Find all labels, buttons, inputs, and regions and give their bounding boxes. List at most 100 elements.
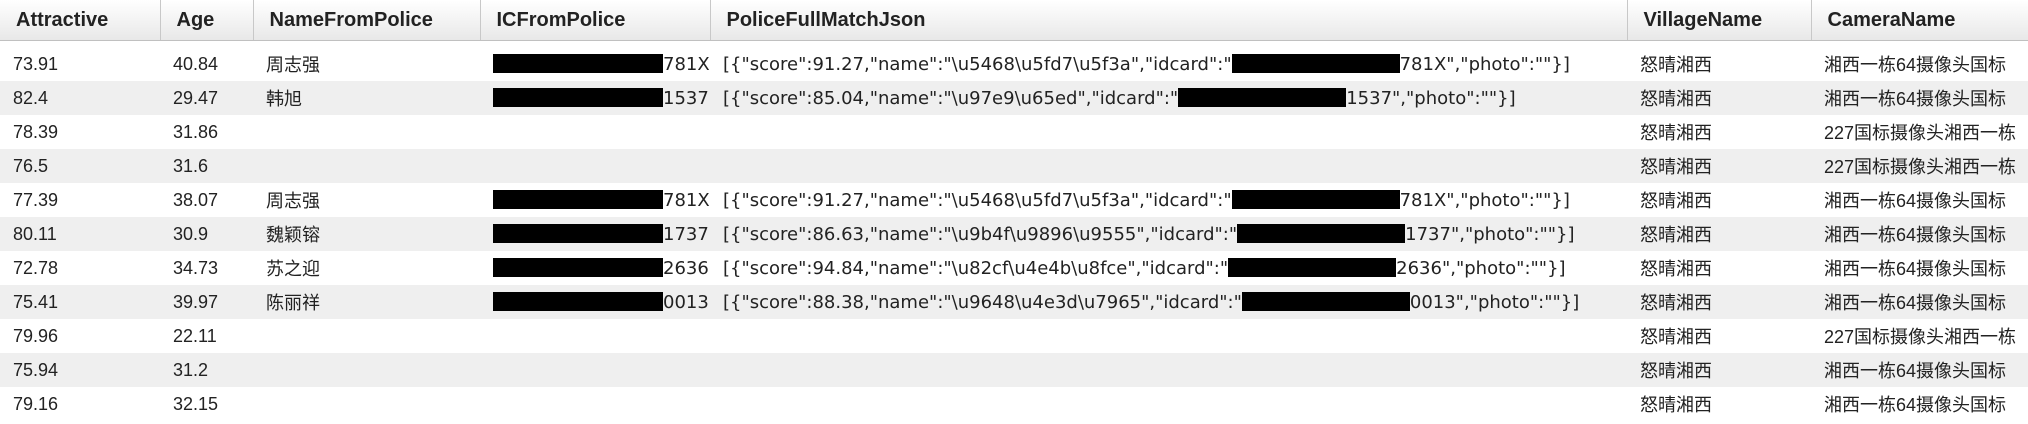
table-row[interactable]: 80.11 30.9 魏颖镕 1737 [{"score":86.63,"name":"…: [0, 217, 2028, 251]
cell-ic-from-police: 0013: [480, 285, 710, 319]
cell-age: 31.86: [160, 115, 253, 149]
column-header-camera-name[interactable]: CameraName: [1811, 0, 2028, 41]
cell-village-name: 怒晴湘西: [1627, 115, 1811, 149]
cell-name-from-police: [253, 149, 480, 183]
cell-attractive: 76.5: [0, 149, 160, 183]
cell-police-full-match-json: [{"score":85.04,"name":"\u97e9\u65ed","i…: [710, 81, 1627, 115]
cell-police-full-match-json: [710, 387, 1627, 421]
cell-village-name: 怒晴湘西: [1627, 387, 1811, 421]
cell-attractive: 79.16: [0, 387, 160, 421]
cell-age: 31.6: [160, 149, 253, 183]
cell-attractive: 75.94: [0, 353, 160, 387]
table-row[interactable]: 73.91 40.84 周志强 781X [{"score":91.27,"name":…: [0, 47, 2028, 81]
redacted-block: [1241, 291, 1410, 311]
json-text-suffix: 0013","photo":""}]: [1409, 291, 1580, 313]
cell-age: 31.2: [160, 353, 253, 387]
cell-camera-name: 湘西一栋64摄像头国标: [1811, 47, 2028, 81]
cell-age: 40.84: [160, 47, 253, 81]
redacted-block: [1228, 257, 1397, 277]
column-header-police-full-match-json[interactable]: PoliceFullMatchJson: [710, 0, 1628, 41]
cell-attractive: 77.39: [0, 183, 160, 217]
cell-camera-name: 湘西一栋64摄像头国标: [1811, 353, 2028, 387]
json-text-prefix: [{"score":91.27,"name":"\u5468\u5fd7\u5f…: [723, 53, 1232, 75]
redacted-block: [493, 291, 663, 311]
cell-police-full-match-json: [710, 115, 1627, 149]
column-header-attractive[interactable]: Attractive: [0, 0, 161, 41]
cell-age: 32.15: [160, 387, 253, 421]
redacted-block: [1231, 53, 1400, 73]
cell-name-from-police: [253, 115, 480, 149]
ic-suffix: 781X: [663, 189, 710, 211]
json-text-prefix: [{"score":94.84,"name":"\u82cf\u4e4b\u8f…: [723, 257, 1229, 279]
cell-police-full-match-json: [710, 149, 1627, 183]
cell-village-name: 怒晴湘西: [1627, 149, 1811, 183]
cell-camera-name: 227国标摄像头湘西一栋: [1811, 149, 2028, 183]
json-text-suffix: 781X","photo":""}]: [1399, 189, 1570, 211]
header-row: Attractive Age NameFromPolice ICFromPoli…: [0, 0, 2028, 41]
cell-name-from-police: [253, 319, 480, 353]
redacted-block: [493, 189, 663, 209]
cell-village-name: 怒晴湘西: [1627, 81, 1811, 115]
json-text-prefix: [{"score":91.27,"name":"\u5468\u5fd7\u5f…: [723, 189, 1232, 211]
table-row[interactable]: 77.39 38.07 周志强 781X [{"score":91.27,"name":…: [0, 183, 2028, 217]
cell-age: 22.11: [160, 319, 253, 353]
table-row[interactable]: 79.16 32.15 怒晴湘西 湘西一栋64摄像头国标: [0, 387, 2028, 421]
cell-ic-from-police: 781X: [480, 47, 710, 81]
redacted-block: [1231, 189, 1400, 209]
cell-ic-from-police: 1737: [480, 217, 710, 251]
cell-police-full-match-json: [710, 319, 1627, 353]
redacted-block: [493, 223, 663, 243]
cell-ic-from-police: [480, 387, 710, 421]
column-header-village-name[interactable]: VillageName: [1627, 0, 1812, 41]
column-header-name-from-police[interactable]: NameFromPolice: [253, 0, 481, 41]
table-row[interactable]: 79.96 22.11 怒晴湘西 227国标摄像头湘西一栋: [0, 319, 2028, 353]
cell-village-name: 怒晴湘西: [1627, 353, 1811, 387]
redacted-block: [493, 53, 663, 73]
cell-village-name: 怒晴湘西: [1627, 319, 1811, 353]
cell-attractive: 73.91: [0, 47, 160, 81]
cell-age: 34.73: [160, 251, 253, 285]
table-row[interactable]: 82.4 29.47 韩旭 1537 [{"score":85.04,"name":"\…: [0, 81, 2028, 115]
cell-name-from-police: 韩旭: [253, 81, 480, 115]
cell-camera-name: 湘西一栋64摄像头国标: [1811, 285, 2028, 319]
cell-name-from-police: 陈丽祥: [253, 285, 480, 319]
redacted-block: [493, 87, 663, 107]
table-row[interactable]: 72.78 34.73 苏之迎 2636 [{"score":94.84,"name":…: [0, 251, 2028, 285]
ic-suffix: 1537: [663, 87, 709, 109]
cell-attractive: 82.4: [0, 81, 160, 115]
column-header-age[interactable]: Age: [160, 0, 254, 41]
cell-village-name: 怒晴湘西: [1627, 251, 1811, 285]
redacted-block: [1178, 87, 1347, 107]
column-header-ic-from-police[interactable]: ICFromPolice: [480, 0, 711, 41]
cell-police-full-match-json: [{"score":88.38,"name":"\u9648\u4e3d\u79…: [710, 285, 1627, 319]
cell-camera-name: 湘西一栋64摄像头国标: [1811, 183, 2028, 217]
json-text-prefix: [{"score":85.04,"name":"\u97e9\u65ed","i…: [723, 87, 1179, 109]
cell-village-name: 怒晴湘西: [1627, 217, 1811, 251]
cell-camera-name: 湘西一栋64摄像头国标: [1811, 81, 2028, 115]
json-text-suffix: 1537","photo":""}]: [1346, 87, 1516, 109]
cell-name-from-police: [253, 387, 480, 421]
cell-ic-from-police: [480, 115, 710, 149]
cell-attractive: 72.78: [0, 251, 160, 285]
ic-suffix: 2636: [663, 257, 709, 279]
cell-name-from-police: 苏之迎: [253, 251, 480, 285]
cell-attractive: 80.11: [0, 217, 160, 251]
cell-ic-from-police: [480, 149, 710, 183]
table-row[interactable]: 75.94 31.2 怒晴湘西 湘西一栋64摄像头国标: [0, 353, 2028, 387]
cell-ic-from-police: 2636: [480, 251, 710, 285]
cell-police-full-match-json: [{"score":86.63,"name":"\u9b4f\u9896\u95…: [710, 217, 1627, 251]
cell-police-full-match-json: [{"score":94.84,"name":"\u82cf\u4e4b\u8f…: [710, 251, 1627, 285]
cell-camera-name: 湘西一栋64摄像头国标: [1811, 387, 2028, 421]
table-row[interactable]: 76.5 31.6 怒晴湘西 227国标摄像头湘西一栋: [0, 149, 2028, 183]
cell-police-full-match-json: [710, 353, 1627, 387]
table-row[interactable]: 75.41 39.97 陈丽祥 0013 [{"score":88.38,"name":…: [0, 285, 2028, 319]
table-row[interactable]: 78.39 31.86 怒晴湘西 227国标摄像头湘西一栋: [0, 115, 2028, 149]
results-table: Attractive Age NameFromPolice ICFromPoli…: [0, 0, 2028, 421]
json-text-suffix: 781X","photo":""}]: [1399, 53, 1570, 75]
json-text-suffix: 2636","photo":""}]: [1396, 257, 1566, 279]
cell-ic-from-police: [480, 319, 710, 353]
cell-name-from-police: 周志强: [253, 183, 480, 217]
json-text-prefix: [{"score":88.38,"name":"\u9648\u4e3d\u79…: [723, 291, 1242, 313]
cell-attractive: 79.96: [0, 319, 160, 353]
json-text-suffix: 1737","photo":""}]: [1405, 223, 1575, 245]
